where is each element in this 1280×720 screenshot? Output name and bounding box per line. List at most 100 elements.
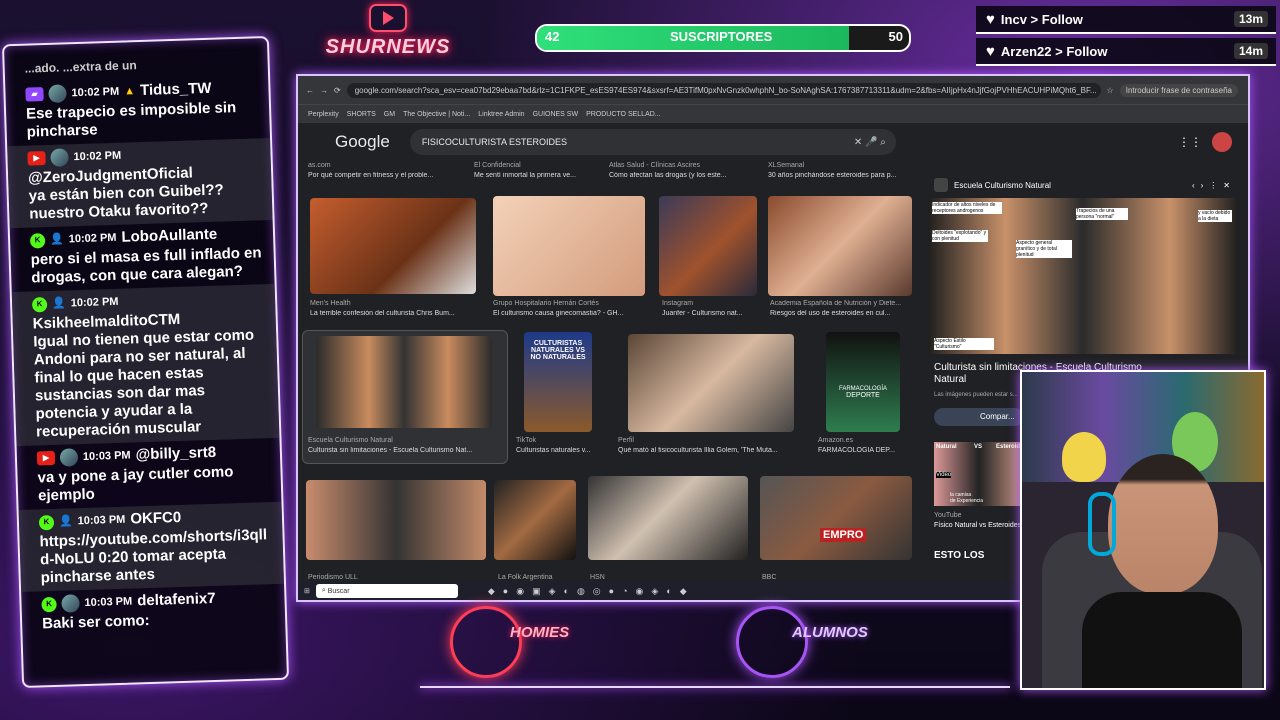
search-input[interactable]: FISICOCULTURISTA ESTEROIDES ✕ 🎤 ⌕ <box>409 129 896 155</box>
preview-source[interactable]: Escuela Culturismo Natural <box>954 181 1051 190</box>
result-caption[interactable]: La terrible confesión del culturista Chr… <box>310 310 480 317</box>
result-source[interactable]: Perfil <box>618 437 634 444</box>
result-image[interactable]: FARMACOLOGÍA DEPORTE <box>826 332 900 432</box>
next-icon[interactable]: › <box>1201 181 1204 190</box>
result-source[interactable]: La Folk Argentina <box>498 574 552 581</box>
clear-icon[interactable]: ✕ 🎤 ⌕ <box>854 137 886 148</box>
result-source[interactable]: Amazon.es <box>818 437 853 444</box>
result-image[interactable]: CULTURISTAS NATURALES VS NO NATURALES <box>524 332 592 432</box>
bookmark[interactable]: SHORTS <box>347 111 376 118</box>
close-icon[interactable]: ✕ <box>1223 181 1230 190</box>
result-image[interactable] <box>316 336 492 428</box>
url-input[interactable]: google.com/search?sca_esv=cea07bd29ebaa7… <box>346 82 1101 98</box>
result-image[interactable] <box>310 198 476 294</box>
related-label: Natural <box>936 444 957 450</box>
chat-user: Tidus_TW <box>139 79 212 100</box>
neon-line <box>420 686 1010 688</box>
preview-annotation: Deltoides "explotando" y con plenitud <box>932 230 988 242</box>
result-source[interactable]: Escuela Culturismo Natural <box>308 437 393 444</box>
reload-icon[interactable]: ⟳ <box>334 86 341 95</box>
result-source[interactable]: Periodismo ULL <box>308 574 358 581</box>
result-source[interactable]: HSN <box>590 574 605 581</box>
result-image[interactable] <box>493 196 645 296</box>
chat-text: Ese trapecio es imposible sin pincharse <box>25 99 237 141</box>
follow-user: Incv <box>1000 11 1027 27</box>
chat-text: va y pone a jay cutler como ejemplo <box>37 463 234 505</box>
prev-icon[interactable]: ‹ <box>1192 181 1195 190</box>
result-source[interactable]: TikTok <box>516 437 536 444</box>
headphones-icon <box>1088 492 1116 556</box>
bookmark[interactable]: GUIONES SW <box>533 111 579 118</box>
heart-icon: ♥ <box>986 42 995 60</box>
apps-icon[interactable]: ⋮⋮ <box>1178 135 1202 149</box>
google-logo[interactable]: Google <box>335 132 390 152</box>
share-button[interactable]: Compar... <box>934 408 1024 426</box>
result-caption[interactable]: Por qué competir en fitness y el proble.… <box>308 172 468 179</box>
back-icon[interactable]: ← <box>306 86 314 95</box>
result-caption[interactable]: Me sentí inmortal la primera ve... <box>474 172 604 179</box>
result-caption[interactable]: Juanfer - Culturismo nat... <box>662 310 762 317</box>
chat-message: ▶ 10:03 PM @billy_srt8 va y pone a jay cut… <box>17 438 282 510</box>
chat-text: pero si el masa es full inflado en droga… <box>30 244 262 287</box>
windows-icon[interactable]: ⊞ <box>304 587 310 595</box>
result-caption[interactable]: Cómo afectan las drogas (y los este... <box>609 172 759 179</box>
bookmark[interactable]: GM <box>384 111 395 118</box>
taskbar-apps[interactable]: ◆●◉▣◈◐◍◎●◔◉◈◐◆ <box>488 586 695 597</box>
result-caption[interactable]: El culturismo causa ginecomastia? - GH..… <box>493 310 648 317</box>
more-icon[interactable]: ⋮ <box>1209 181 1217 190</box>
avatar <box>50 148 69 167</box>
kick-icon: K <box>31 296 48 313</box>
chat-message: K 👤 10:02 PM KsikheelmalditoCTM Igual no t… <box>11 283 280 447</box>
chat-user: deltafenix7 <box>136 589 216 610</box>
related-image[interactable]: Natural VS Esteroides la camisa de Exper… <box>934 442 1027 506</box>
result-source[interactable]: Atlas Salud - Clínicas Ascires <box>609 162 700 169</box>
result-image[interactable] <box>628 334 794 432</box>
result-caption[interactable]: Riesgos del uso de esteroides en cul... <box>770 310 920 317</box>
result-source[interactable]: as.com <box>308 162 331 169</box>
result-image[interactable] <box>306 480 486 560</box>
profile-avatar[interactable] <box>1212 132 1232 152</box>
result-source[interactable]: XLSemanal <box>768 162 804 169</box>
result-source[interactable]: Men's Health <box>310 300 351 307</box>
badge-icon: ▲ <box>124 85 136 98</box>
preview-annotation: Aspecto Estilo "Culturismo" <box>934 338 994 350</box>
result-image[interactable] <box>588 476 748 560</box>
result-caption[interactable]: Culturista sin limitaciones - Escuela Cu… <box>308 447 498 454</box>
homies-label: HOMIES <box>510 624 570 641</box>
chat-time: 10:02 PM <box>68 231 117 246</box>
result-image[interactable] <box>768 196 912 296</box>
result-source[interactable]: Academia Española de Nutrición y Diete..… <box>770 300 920 307</box>
result-caption[interactable]: Culturistas naturales v... <box>516 447 606 454</box>
result-source[interactable]: BBC <box>762 574 776 581</box>
result-image[interactable] <box>494 480 576 560</box>
result-source[interactable]: El Confidencial <box>474 162 521 169</box>
bookmark[interactable]: The Objective | Noti... <box>403 111 470 118</box>
preview-annotation: Trapecios de una persona "normal" <box>1076 208 1128 220</box>
follow-alert: ♥ Arzen22 > Follow 14m <box>976 38 1276 66</box>
bookmark[interactable]: Linktree Admin <box>478 111 524 118</box>
star-icon[interactable]: ☆ <box>1107 86 1114 95</box>
result-caption[interactable]: Qué mató al fisicoculturista Illia Golem… <box>618 447 803 454</box>
related-label: de Experiencia <box>950 498 984 504</box>
result-source[interactable]: Grupo Hospitalario Hernán Cortés <box>493 300 599 307</box>
related-caption[interactable]: Físico Natural vs Esteroides <box>934 522 1021 529</box>
forward-icon[interactable]: → <box>320 86 328 95</box>
password-prompt[interactable]: Introducir frase de contraseña <box>1119 83 1238 97</box>
bookmark[interactable]: Perplexity <box>308 111 339 118</box>
related-caption-2[interactable]: ESTO LOS <box>934 550 984 561</box>
related-source[interactable]: YouTube <box>934 512 962 519</box>
taskbar-search[interactable]: ⌕ Buscar <box>315 584 458 598</box>
related-label: Video <box>936 472 952 478</box>
result-caption[interactable]: FARMACOLOGÍA DEP... <box>818 447 913 454</box>
result-image[interactable]: EMPRO <box>760 476 912 560</box>
sub-label: SUSCRIPTORES <box>670 29 773 44</box>
result-source[interactable]: Instagram <box>662 300 693 307</box>
address-bar-row: ← → ⟳ google.com/search?sca_esv=cea07bd2… <box>298 76 1248 104</box>
preview-image[interactable]: Indicador de altos niveles de receptores… <box>928 198 1238 354</box>
follow-time: 13m <box>1233 11 1268 27</box>
follow-action: > Follow <box>1055 43 1108 59</box>
result-image[interactable] <box>659 196 757 296</box>
follow-alert: ♥ Incv > Follow 13m <box>976 6 1276 34</box>
result-caption[interactable]: 30 años pinchándose esteroides para p... <box>768 172 918 179</box>
bookmark[interactable]: PRODUCTO SELLAD... <box>586 111 661 118</box>
